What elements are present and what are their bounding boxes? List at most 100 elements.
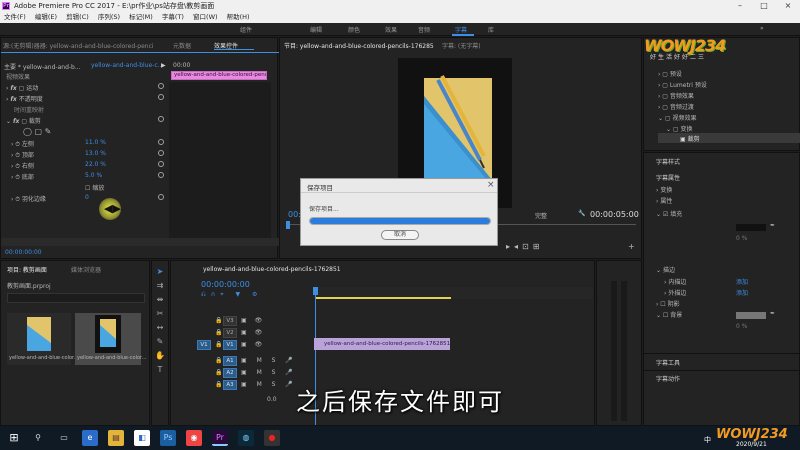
menu-window[interactable]: 窗口(W) (193, 13, 218, 21)
ie-browser-icon[interactable]: e (82, 430, 98, 446)
dialog-close-icon[interactable]: × (487, 180, 495, 190)
track-label-v3[interactable]: V3 (223, 316, 237, 326)
a2-lock-icon[interactable]: 🔒 (215, 369, 222, 376)
v3-lock-icon[interactable]: 🔒 (215, 317, 222, 324)
project-search-input[interactable] (7, 293, 145, 303)
effects-item-audio-effects[interactable]: › ▢ 音频效果 (658, 91, 694, 100)
track-label-v2[interactable]: V2 (223, 328, 237, 338)
inner-stroke-add-link[interactable]: 添加 (736, 277, 748, 286)
project-tab[interactable]: 项目: 教剪画面 (7, 265, 47, 274)
menu-sequence[interactable]: 序列(S) (98, 13, 120, 21)
track-label-v1[interactable]: V1 (223, 340, 237, 350)
workspace-tab-assembly[interactable]: 组件 (240, 25, 252, 34)
workspace-overflow-icon[interactable]: » (760, 25, 764, 32)
bg-opacity-value[interactable]: 0 % (736, 323, 747, 330)
effects-item-transform[interactable]: ⌄ ▢ 变换 (666, 124, 693, 133)
crop-top-value[interactable]: 13.0 % (85, 150, 106, 157)
metadata-tab[interactable]: 元数据 (173, 41, 191, 50)
feather-value[interactable]: 0 (85, 194, 89, 201)
crop-right-value[interactable]: 22.0 % (85, 161, 106, 168)
timeline-sequence-tab[interactable]: yellow-and-and-blue-colored-pencils-1762… (203, 266, 341, 273)
maximize-button[interactable]: □ (752, 0, 776, 12)
menu-title[interactable]: 字幕(T) (162, 13, 184, 21)
windows-start-icon[interactable]: ⊞ (6, 430, 22, 446)
outer-stroke-row[interactable]: › 外描边 (664, 288, 686, 297)
transform-row[interactable]: › 变换 (656, 185, 672, 194)
ellipse-mask-icon[interactable]: ◯ (23, 127, 32, 136)
timeline-tool-icons[interactable]: ⎌∩⌖ ▼ ⚙ (201, 291, 262, 299)
stroke-row[interactable]: ⌄ 描边 (656, 265, 675, 274)
razor-tool-icon[interactable]: ✂ (155, 309, 165, 319)
timeline-video-clip[interactable]: yellow-and-and-blue-colored-pencils-1762… (314, 338, 450, 350)
selection-tool-icon[interactable]: ➤ (155, 267, 165, 277)
background-row[interactable]: ⌄ ☐ 背景 (656, 310, 682, 319)
cancel-button[interactable]: 取消 (381, 230, 419, 240)
eyedropper-icon[interactable]: ✒ (770, 222, 775, 229)
zoom-checkbox[interactable]: ☐ (85, 185, 90, 192)
v2-lock-icon[interactable]: 🔒 (215, 329, 222, 336)
media-encoder-icon[interactable]: ◍ (238, 430, 254, 446)
inner-stroke-row[interactable]: › 内描边 (664, 277, 686, 286)
fx-opacity-row[interactable]: › fx 不透明度 (6, 94, 43, 103)
task-view-icon[interactable]: ▭ (56, 430, 72, 446)
fx-motion-row[interactable]: › fx ▢ 运动 (6, 83, 38, 92)
project-item-1[interactable]: yellow-and-and-blue-color... (7, 313, 78, 365)
v2-track-controls[interactable]: ▣ 👁 (241, 329, 265, 336)
v1-track-controls[interactable]: ▣ 👁 (241, 341, 265, 348)
track-label-a1[interactable]: A1 (223, 356, 237, 366)
sequence-clip-dropdown[interactable]: yellow-and-and-blue-c... (91, 62, 163, 69)
work-area-bar[interactable] (316, 297, 451, 299)
premiere-taskbar-icon[interactable]: Pr (212, 430, 228, 446)
search-icon[interactable]: ⚲ (30, 430, 46, 446)
captions-tab[interactable]: 字幕: (无字幕) (442, 41, 481, 50)
reset-right-icon[interactable] (158, 161, 164, 167)
mask-shape-tools[interactable]: ◯ ▢ ✎ (23, 127, 51, 136)
hand-tool-icon[interactable]: ✋ (155, 351, 165, 361)
source-patch-v1[interactable]: V1 (197, 340, 211, 350)
workspace-tab-libraries[interactable]: 库 (488, 25, 494, 34)
chrome-icon[interactable]: ◉ (186, 430, 202, 446)
workspace-tab-effects[interactable]: 效果 (385, 25, 397, 34)
properties-row[interactable]: › 属性 (656, 196, 672, 205)
background-color-swatch[interactable] (736, 312, 766, 319)
crop-left-value[interactable]: 11.0 % (85, 139, 106, 146)
type-tool-icon[interactable]: T (155, 365, 165, 375)
ime-indicator[interactable]: 中 (704, 435, 711, 445)
a2-track-controls[interactable]: ▣ M S 🎤 (241, 369, 297, 376)
record-app-icon[interactable]: ● (264, 430, 280, 446)
project-item-2[interactable]: yellow-and-and-blue-color... (75, 313, 146, 365)
rect-mask-icon[interactable]: ▢ (35, 127, 43, 136)
title-tools-header[interactable]: 字幕工具 (656, 358, 680, 367)
reset-feather-icon[interactable] (158, 194, 164, 200)
fx-crop-row[interactable]: ⌄ fx ▢ 裁剪 (6, 116, 41, 125)
time-remap-row[interactable]: 时间重映射 (14, 105, 44, 114)
fill-color-swatch[interactable] (736, 224, 766, 231)
reset-crop-icon[interactable] (158, 116, 164, 122)
fit-dropdown[interactable]: 完整 (535, 211, 547, 220)
fill-opacity-value[interactable]: 0 % (736, 235, 747, 242)
v1-lock-icon[interactable]: 🔒 (215, 341, 222, 348)
reset-opacity-icon[interactable] (158, 94, 164, 100)
add-button-icon[interactable]: + (628, 242, 635, 251)
photoshop-icon[interactable]: Ps (160, 430, 176, 446)
slip-tool-icon[interactable]: ↔ (155, 323, 165, 333)
shadow-row[interactable]: › ☐ 阴影 (656, 299, 680, 308)
track-label-a2[interactable]: A2 (223, 368, 237, 378)
pen-tool-icon[interactable]: ✎ (155, 337, 165, 347)
file-explorer-icon[interactable]: ▤ (108, 430, 124, 446)
title-properties-header[interactable]: 字幕属性 (656, 173, 680, 182)
a1-track-controls[interactable]: ▣ M S 🎤 (241, 357, 297, 364)
effects-item-audio-transitions[interactable]: › ▢ 音频过渡 (658, 102, 694, 111)
track-select-tool-icon[interactable]: ⇉ (155, 281, 165, 291)
bg-eyedropper-icon[interactable]: ✒ (770, 310, 775, 317)
ec-clip-bar[interactable]: yellow-and-and-blue-colored-pencils (171, 71, 267, 80)
playhead-marker[interactable] (286, 221, 290, 229)
pen-mask-icon[interactable]: ✎ (45, 127, 52, 136)
title-styles-header[interactable]: 字幕样式 (656, 157, 680, 166)
reset-top-icon[interactable] (158, 150, 164, 156)
v3-track-controls[interactable]: ▣ 👁 (241, 317, 265, 324)
menu-edit[interactable]: 编辑(E) (35, 13, 57, 21)
workspace-tab-editing[interactable]: 编辑 (310, 25, 322, 34)
close-window-button[interactable]: × (776, 0, 800, 12)
menu-help[interactable]: 帮助(H) (227, 13, 250, 21)
